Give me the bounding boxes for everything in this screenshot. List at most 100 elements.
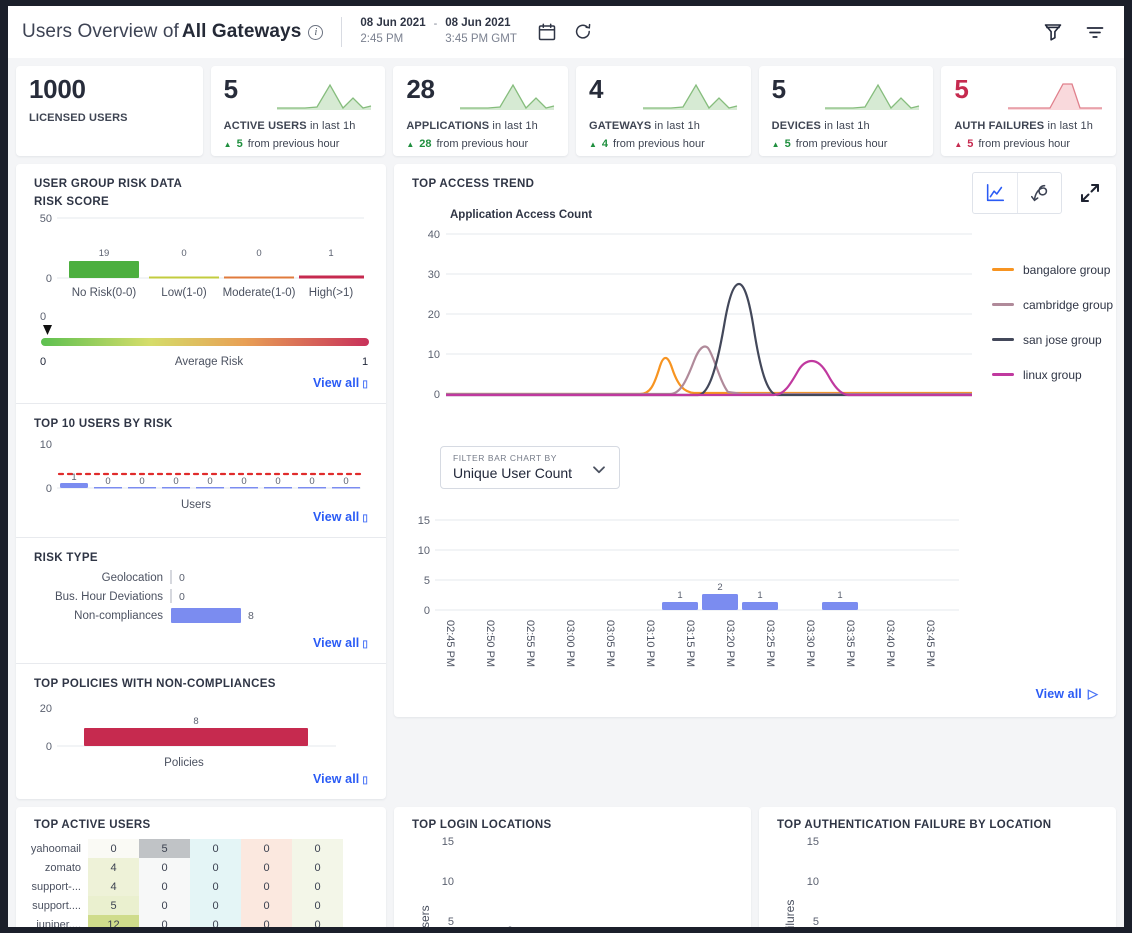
table-row[interactable]: juniper.... 12 0 0 0 0 bbox=[26, 915, 343, 927]
page-title: Users Overview of All Gateways i bbox=[22, 21, 324, 43]
kpi-delta-text: from previous hour bbox=[613, 138, 705, 150]
right-column: TOP ACCESS TREND Application Access Coun… bbox=[394, 164, 1116, 717]
svg-text:0: 0 bbox=[241, 476, 246, 487]
svg-text:Policies: Policies bbox=[164, 757, 204, 769]
svg-text:5: 5 bbox=[448, 916, 454, 928]
svg-text:Failures: Failures bbox=[783, 900, 797, 933]
calendar-icon[interactable] bbox=[537, 22, 557, 42]
page-title-scope: All Gateways bbox=[181, 21, 302, 42]
svg-text:15: 15 bbox=[418, 515, 430, 527]
cell: 0 bbox=[241, 915, 292, 927]
section-top-policies: TOP POLICIES WITH NON-COMPLIANCES 20 0 8… bbox=[16, 664, 386, 799]
cell: 0 bbox=[190, 877, 241, 896]
date-from-date: 08 Jun 2021 bbox=[360, 17, 426, 30]
date-from-time: 2:45 PM bbox=[360, 33, 404, 45]
funnel-filter-icon[interactable] bbox=[1042, 21, 1064, 43]
legend-item-linux[interactable]: linux group bbox=[992, 357, 1113, 392]
view-all-top-access-trend[interactable]: View all ▷ bbox=[1035, 686, 1116, 709]
svg-text:0: 0 bbox=[40, 311, 46, 323]
svg-text:5: 5 bbox=[813, 916, 819, 928]
unique-user-count-bar-chart[interactable]: 15 10 5 0 1 2 1 1 02:45 PM 02:50 PM 02:5… bbox=[394, 502, 1129, 712]
kpi-card-devices[interactable]: 5 DEVICES in last 1h ▲ 5 from previous h… bbox=[758, 66, 934, 156]
kpi-delta-text: from previous hour bbox=[247, 138, 340, 150]
table-row[interactable]: support.... 5 0 0 0 0 bbox=[26, 896, 343, 915]
date-range[interactable]: 08 Jun 2021 2:45 PM - 08 Jun 2021 3:45 P… bbox=[360, 16, 516, 47]
kpi-card-licensed-users[interactable]: 1000 LICENSED USERS bbox=[16, 66, 203, 156]
cell: 0 bbox=[190, 896, 241, 915]
risk-type-title: RISK TYPE bbox=[34, 552, 98, 564]
kpi-delta: ▲ 5 from previous hour bbox=[224, 138, 374, 150]
info-icon[interactable]: i bbox=[308, 25, 324, 40]
svg-text:Geolocation: Geolocation bbox=[102, 572, 163, 584]
kpi-label: DEVICES in last 1h bbox=[771, 120, 870, 132]
header-right-icons bbox=[1042, 21, 1112, 43]
kpi-card-auth-failures[interactable]: 5 AUTH FAILURES in last 1h ▲ 5 from prev… bbox=[941, 66, 1116, 156]
view-all-top-policies[interactable]: View all ▯ bbox=[16, 772, 386, 793]
legend-swatch bbox=[992, 338, 1014, 341]
cell: 0 bbox=[241, 877, 292, 896]
svg-text:02:50 PM: 02:50 PM bbox=[484, 620, 496, 667]
kpi-card-gateways[interactable]: 4 GATEWAYS in last 1h ▲ 4 from previous … bbox=[575, 66, 751, 156]
svg-text:10: 10 bbox=[40, 439, 52, 451]
table-row[interactable]: support-... 4 0 0 0 0 bbox=[26, 877, 343, 896]
svg-text:3: 3 bbox=[507, 925, 512, 933]
view-all-top-10-users[interactable]: View all ▯ bbox=[16, 510, 386, 531]
filter-lines-icon[interactable] bbox=[1084, 21, 1106, 43]
chevron-down-icon[interactable] bbox=[590, 460, 608, 478]
cell: 0 bbox=[292, 877, 343, 896]
view-all-risk-type[interactable]: View all ▯ bbox=[16, 636, 386, 657]
table-row[interactable]: yahoomail 0 5 0 0 0 bbox=[26, 839, 343, 858]
average-risk-gauge[interactable]: 0 0 Average Risk 1 bbox=[16, 308, 386, 376]
top-login-locations-chart[interactable]: 15 10 5 0 Users 3 1 1 india united ... l… bbox=[394, 833, 764, 933]
row-label: support-... bbox=[26, 877, 88, 896]
kpi-delta-value: 5 bbox=[784, 138, 791, 150]
date-to-date: 08 Jun 2021 bbox=[445, 17, 511, 30]
header-action-icons bbox=[537, 22, 593, 42]
sparkline-green bbox=[277, 83, 372, 110]
refresh-icon[interactable] bbox=[573, 22, 593, 42]
svg-text:1: 1 bbox=[837, 590, 842, 601]
svg-text:No Risk(0-0): No Risk(0-0) bbox=[72, 287, 137, 299]
svg-text:15: 15 bbox=[807, 836, 819, 848]
top-policies-chart[interactable]: 20 0 8 Policies bbox=[16, 690, 386, 772]
svg-text:8: 8 bbox=[193, 716, 198, 727]
table-row[interactable]: zomato 4 0 0 0 0 bbox=[26, 858, 343, 877]
kpi-top: 28 bbox=[406, 75, 556, 111]
svg-text:5: 5 bbox=[424, 575, 430, 587]
svg-text:Average Risk: Average Risk bbox=[175, 356, 243, 368]
top-auth-failure-chart[interactable]: 15 10 5 0 Failures 2 2 1 india united ..… bbox=[759, 833, 1129, 933]
kpi-card-active-users[interactable]: 5 ACTIVE USERS in last 1h ▲ 5 from previ… bbox=[210, 66, 386, 156]
legend-item-bangalore[interactable]: bangalore group bbox=[992, 252, 1113, 287]
svg-text:03:15 PM: 03:15 PM bbox=[684, 620, 696, 667]
risk-score-chart[interactable]: 50 0 19 0 0 1 No Risk(0-0) Low(1-0) Mode… bbox=[16, 208, 386, 308]
svg-text:10: 10 bbox=[428, 349, 440, 361]
top-10-users-chart[interactable]: 10 0 1 0 0 0 0 0 0 0 0 Users bbox=[16, 430, 386, 510]
section-risk-type: RISK TYPE Geolocation 0 Bus. Hour Deviat… bbox=[16, 538, 386, 664]
dashboard-root: Users Overview of All Gateways i 08 Jun 20… bbox=[0, 0, 1132, 933]
left-column: USER GROUP RISK DATA RISK SCORE 50 0 19 … bbox=[16, 164, 386, 799]
svg-text:0: 0 bbox=[256, 248, 261, 259]
cell: 0 bbox=[241, 839, 292, 858]
bottom-row: TOP ACTIVE USERS yahoomail 0 5 0 0 0 zom… bbox=[8, 807, 1124, 933]
access-trend-line-chart[interactable]: Application Access Count 40 30 20 10 0 bbox=[402, 196, 982, 431]
kpi-delta-text: from previous hour bbox=[978, 138, 1071, 150]
kpi-top: 5 bbox=[224, 75, 374, 111]
kpi-card-applications[interactable]: 28 APPLICATIONS in last 1h ▲ 28 from pre… bbox=[393, 66, 568, 156]
top-active-users-heatmap[interactable]: yahoomail 0 5 0 0 0 zomato 4 0 0 0 0 sup… bbox=[26, 839, 343, 927]
kpi-top: 5 bbox=[772, 75, 922, 111]
left-card: USER GROUP RISK DATA RISK SCORE 50 0 19 … bbox=[16, 164, 386, 799]
legend-item-san-jose[interactable]: san jose group bbox=[992, 322, 1113, 357]
cell: 0 bbox=[292, 915, 343, 927]
row-label: yahoomail bbox=[26, 839, 88, 858]
legend-item-cambridge[interactable]: cambridge group bbox=[992, 287, 1113, 322]
svg-text:03:25 PM: 03:25 PM bbox=[764, 620, 776, 667]
section-top-10-users-by-risk: TOP 10 USERS BY RISK 10 0 1 0 0 0 0 0 0 … bbox=[16, 404, 386, 538]
kpi-delta: ▲ 28 from previous hour bbox=[406, 138, 556, 150]
cell: 0 bbox=[88, 839, 139, 858]
view-all-user-group-risk[interactable]: View all ▯ bbox=[16, 376, 386, 397]
svg-text:0: 0 bbox=[139, 476, 144, 487]
risk-type-chart[interactable]: Geolocation 0 Bus. Hour Deviations 0 Non… bbox=[16, 564, 386, 636]
legend-label: linux group bbox=[1023, 367, 1082, 382]
filter-bar-chart-select[interactable]: FILTER BAR CHART BY Unique User Count bbox=[440, 446, 620, 489]
cell: 0 bbox=[190, 915, 241, 927]
